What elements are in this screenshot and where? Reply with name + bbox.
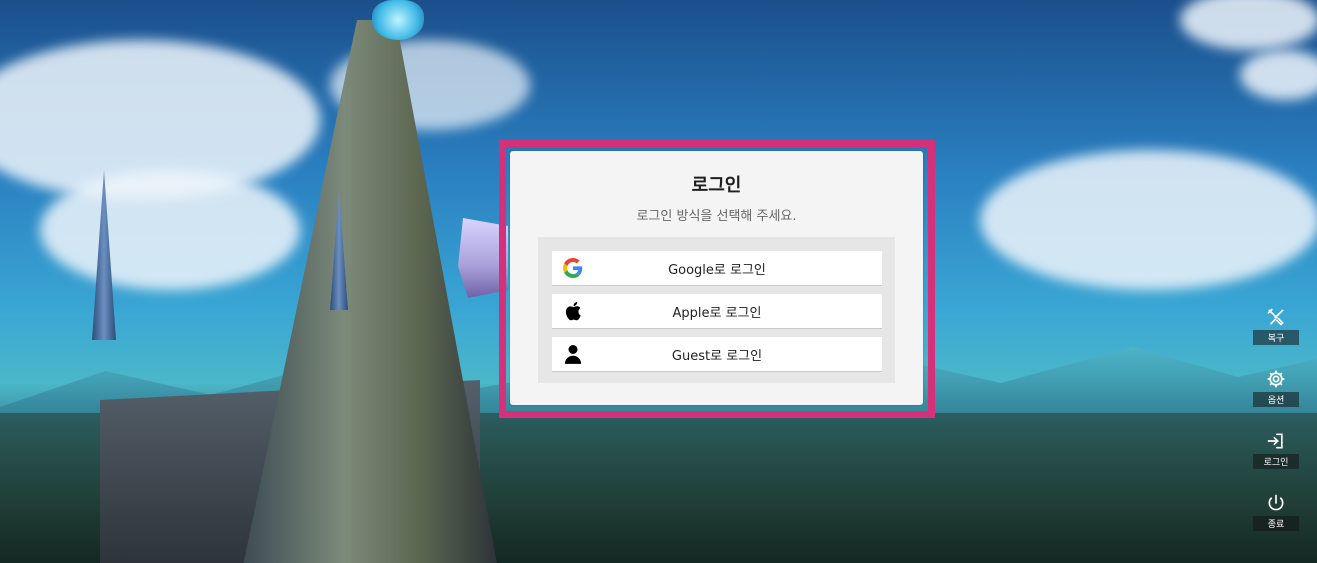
login-dialog: 로그인 로그인 방식을 선택해 주세요. Google로 로그인 Apple로 … (510, 151, 923, 405)
login-icon (1265, 430, 1287, 452)
guest-person-icon (562, 344, 584, 364)
dialog-title: 로그인 (691, 175, 742, 196)
google-icon (562, 258, 584, 278)
google-login-button[interactable]: Google로 로그인 (552, 251, 882, 285)
cloud (980, 150, 1317, 290)
side-button-repair[interactable]: 복구 (1253, 306, 1299, 345)
guest-login-button[interactable]: Guest로 로그인 (552, 337, 882, 371)
side-label-exit: 종료 (1253, 516, 1299, 531)
side-button-options[interactable]: 옵션 (1253, 368, 1299, 407)
side-label-login: 로그인 (1253, 454, 1299, 469)
apple-icon (562, 301, 584, 321)
side-label-options: 옵션 (1253, 392, 1299, 407)
cloud (1240, 50, 1317, 100)
dialog-subtitle: 로그인 방식을 선택해 주세요. (636, 209, 797, 224)
apple-login-button[interactable]: Apple로 로그인 (552, 294, 882, 328)
side-button-login[interactable]: 로그인 (1253, 430, 1299, 469)
guest-login-label: Guest로 로그인 (671, 348, 763, 364)
gear-icon (1265, 368, 1287, 390)
repair-tools-icon (1265, 306, 1287, 328)
google-login-label: Google로 로그인 (668, 262, 766, 278)
side-label-repair: 복구 (1253, 330, 1299, 345)
side-button-exit[interactable]: 종료 (1253, 492, 1299, 531)
power-icon (1265, 492, 1287, 514)
login-options: Google로 로그인 Apple로 로그인 Guest로 로그인 (538, 237, 895, 383)
cloud (40, 170, 300, 290)
tower-crystal (372, 0, 424, 40)
cloud (1180, 0, 1317, 50)
apple-login-label: Apple로 로그인 (672, 305, 762, 321)
